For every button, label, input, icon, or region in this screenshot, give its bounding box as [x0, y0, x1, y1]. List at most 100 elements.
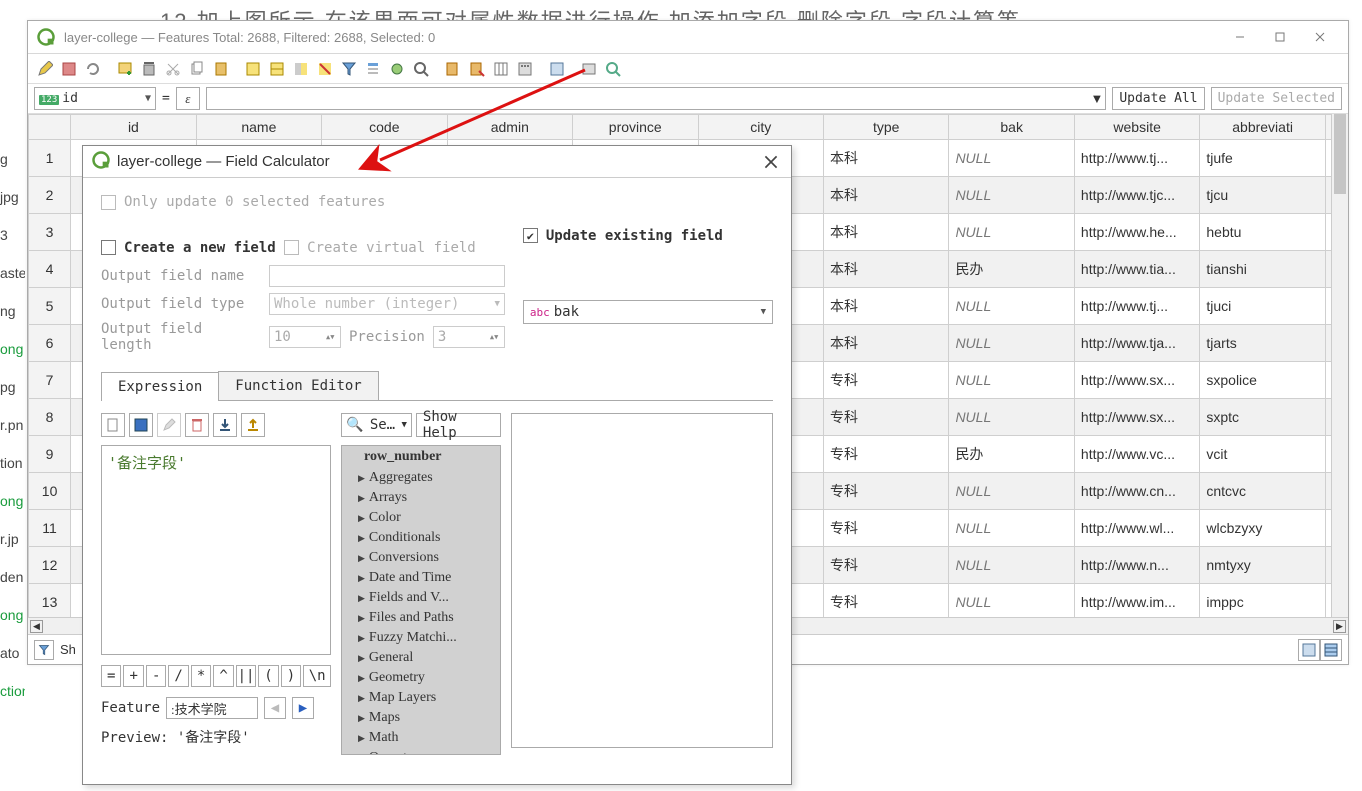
delete-field-icon[interactable]: [466, 58, 488, 80]
quick-expression-input[interactable]: ▼: [206, 87, 1106, 110]
delete-expr-icon[interactable]: [185, 413, 209, 437]
func-group[interactable]: ▶Arrays: [342, 488, 500, 508]
op-eq[interactable]: =: [101, 665, 121, 687]
expression-dialog-button[interactable]: ε: [176, 87, 200, 110]
scroll-right-icon[interactable]: ▶: [1333, 620, 1346, 633]
cut-icon[interactable]: [162, 58, 184, 80]
delete-feature-icon[interactable]: [138, 58, 160, 80]
vertical-scrollbar[interactable]: [1331, 114, 1348, 634]
save-edits-icon[interactable]: [58, 58, 80, 80]
expression-editor[interactable]: '备注字段': [101, 445, 331, 655]
update-existing-field-checkbox[interactable]: ✔ Update existing field: [523, 228, 723, 244]
op-rparen[interactable]: ): [281, 665, 301, 687]
field-calc-icon[interactable]: [514, 58, 536, 80]
conditional-format-icon[interactable]: [546, 58, 568, 80]
field-select[interactable]: 123id ▼: [34, 87, 156, 110]
scroll-left-icon[interactable]: ◀: [30, 620, 43, 633]
pan-to-sel-icon[interactable]: [386, 58, 408, 80]
op-minus[interactable]: -: [146, 665, 166, 687]
op-plus[interactable]: +: [123, 665, 143, 687]
form-view-icon[interactable]: [1298, 639, 1320, 661]
func-group[interactable]: ▶Aggregates: [342, 468, 500, 488]
op-div[interactable]: /: [168, 665, 188, 687]
export-expr-icon[interactable]: [241, 413, 265, 437]
actions-icon[interactable]: [578, 58, 600, 80]
reload-icon[interactable]: [82, 58, 104, 80]
create-virtual-field-checkbox: Create virtual field: [284, 240, 476, 256]
output-type-label: Output field type: [101, 296, 261, 312]
main-toolbar: [28, 54, 1348, 84]
minimize-button[interactable]: [1220, 22, 1260, 52]
col-abbreviati[interactable]: abbreviati: [1200, 115, 1325, 140]
main-titlebar: layer-college — Features Total: 2688, Fi…: [28, 21, 1348, 54]
func-row-number[interactable]: row_number: [342, 446, 500, 468]
op-newline[interactable]: \n: [303, 665, 331, 687]
func-group[interactable]: ▶Geometry: [342, 668, 500, 688]
show-help-button[interactable]: Show Help: [416, 413, 501, 437]
import-expr-icon[interactable]: [213, 413, 237, 437]
toggle-edit-icon[interactable]: [34, 58, 56, 80]
chevron-down-icon: ▼: [761, 307, 766, 317]
deselect-icon[interactable]: [314, 58, 336, 80]
func-group[interactable]: ▶Fuzzy Matchi...: [342, 628, 500, 648]
op-concat[interactable]: ||: [236, 665, 256, 687]
existing-field-select[interactable]: abcbak ▼: [523, 300, 773, 324]
filter-icon[interactable]: [338, 58, 360, 80]
select-all-icon[interactable]: [266, 58, 288, 80]
show-features-label: Sh: [60, 642, 76, 657]
select-by-expr-icon[interactable]: [242, 58, 264, 80]
col-bak[interactable]: bak: [949, 115, 1074, 140]
save-expr-icon[interactable]: [129, 413, 153, 437]
col-admin[interactable]: admin: [447, 115, 572, 140]
tab-function-editor[interactable]: Function Editor: [218, 371, 378, 400]
func-group[interactable]: ▶Map Layers: [342, 688, 500, 708]
dock-icon[interactable]: [602, 58, 624, 80]
func-group[interactable]: ▶Date and Time: [342, 568, 500, 588]
function-search-input[interactable]: 🔍Se…▼: [341, 413, 412, 437]
invert-sel-icon[interactable]: [290, 58, 312, 80]
tab-expression[interactable]: Expression: [101, 372, 219, 401]
operator-row: = + - / * ^ || ( ) \n: [101, 665, 331, 687]
field-calculator-dialog: layer-college — Field Calculator Only up…: [82, 145, 792, 785]
prev-feature-icon[interactable]: ◀: [264, 697, 286, 719]
feature-select[interactable]: :技术学院: [166, 697, 258, 719]
col-code[interactable]: code: [322, 115, 447, 140]
zoom-to-sel-icon[interactable]: [410, 58, 432, 80]
organize-columns-icon[interactable]: [490, 58, 512, 80]
col-type[interactable]: type: [823, 115, 948, 140]
function-tree[interactable]: row_number ▶Aggregates▶Arrays▶Color▶Cond…: [341, 445, 501, 755]
func-group[interactable]: ▶Fields and V...: [342, 588, 500, 608]
op-pow[interactable]: ^: [213, 665, 233, 687]
func-group[interactable]: ▶Maps: [342, 708, 500, 728]
col-website[interactable]: website: [1074, 115, 1199, 140]
func-group[interactable]: ▶Math: [342, 728, 500, 748]
func-group[interactable]: ▶Operators: [342, 748, 500, 755]
col-city[interactable]: city: [698, 115, 823, 140]
update-all-button[interactable]: Update All: [1112, 87, 1204, 110]
table-view-icon[interactable]: [1320, 639, 1342, 661]
func-group[interactable]: ▶Files and Paths: [342, 608, 500, 628]
col-name[interactable]: name: [196, 115, 321, 140]
next-feature-icon[interactable]: ▶: [292, 697, 314, 719]
func-group[interactable]: ▶Conversions: [342, 548, 500, 568]
func-group[interactable]: ▶Conditionals: [342, 528, 500, 548]
op-lparen[interactable]: (: [258, 665, 278, 687]
op-mul[interactable]: *: [191, 665, 211, 687]
func-group[interactable]: ▶Color: [342, 508, 500, 528]
func-group[interactable]: ▶General: [342, 648, 500, 668]
close-button[interactable]: [1300, 22, 1340, 52]
col-id[interactable]: id: [71, 115, 196, 140]
new-field-icon[interactable]: [442, 58, 464, 80]
new-expr-icon[interactable]: [101, 413, 125, 437]
update-selected-button[interactable]: Update Selected: [1211, 87, 1342, 110]
create-new-field-checkbox[interactable]: Create a new field: [101, 240, 276, 256]
maximize-button[interactable]: [1260, 22, 1300, 52]
filter-funnel-icon[interactable]: [34, 640, 54, 660]
close-icon[interactable]: [759, 150, 783, 174]
output-type-select: Whole number (integer)▼: [269, 293, 505, 315]
add-feature-icon[interactable]: [114, 58, 136, 80]
col-province[interactable]: province: [573, 115, 698, 140]
paste-icon[interactable]: [210, 58, 232, 80]
move-top-icon[interactable]: [362, 58, 384, 80]
copy-icon[interactable]: [186, 58, 208, 80]
